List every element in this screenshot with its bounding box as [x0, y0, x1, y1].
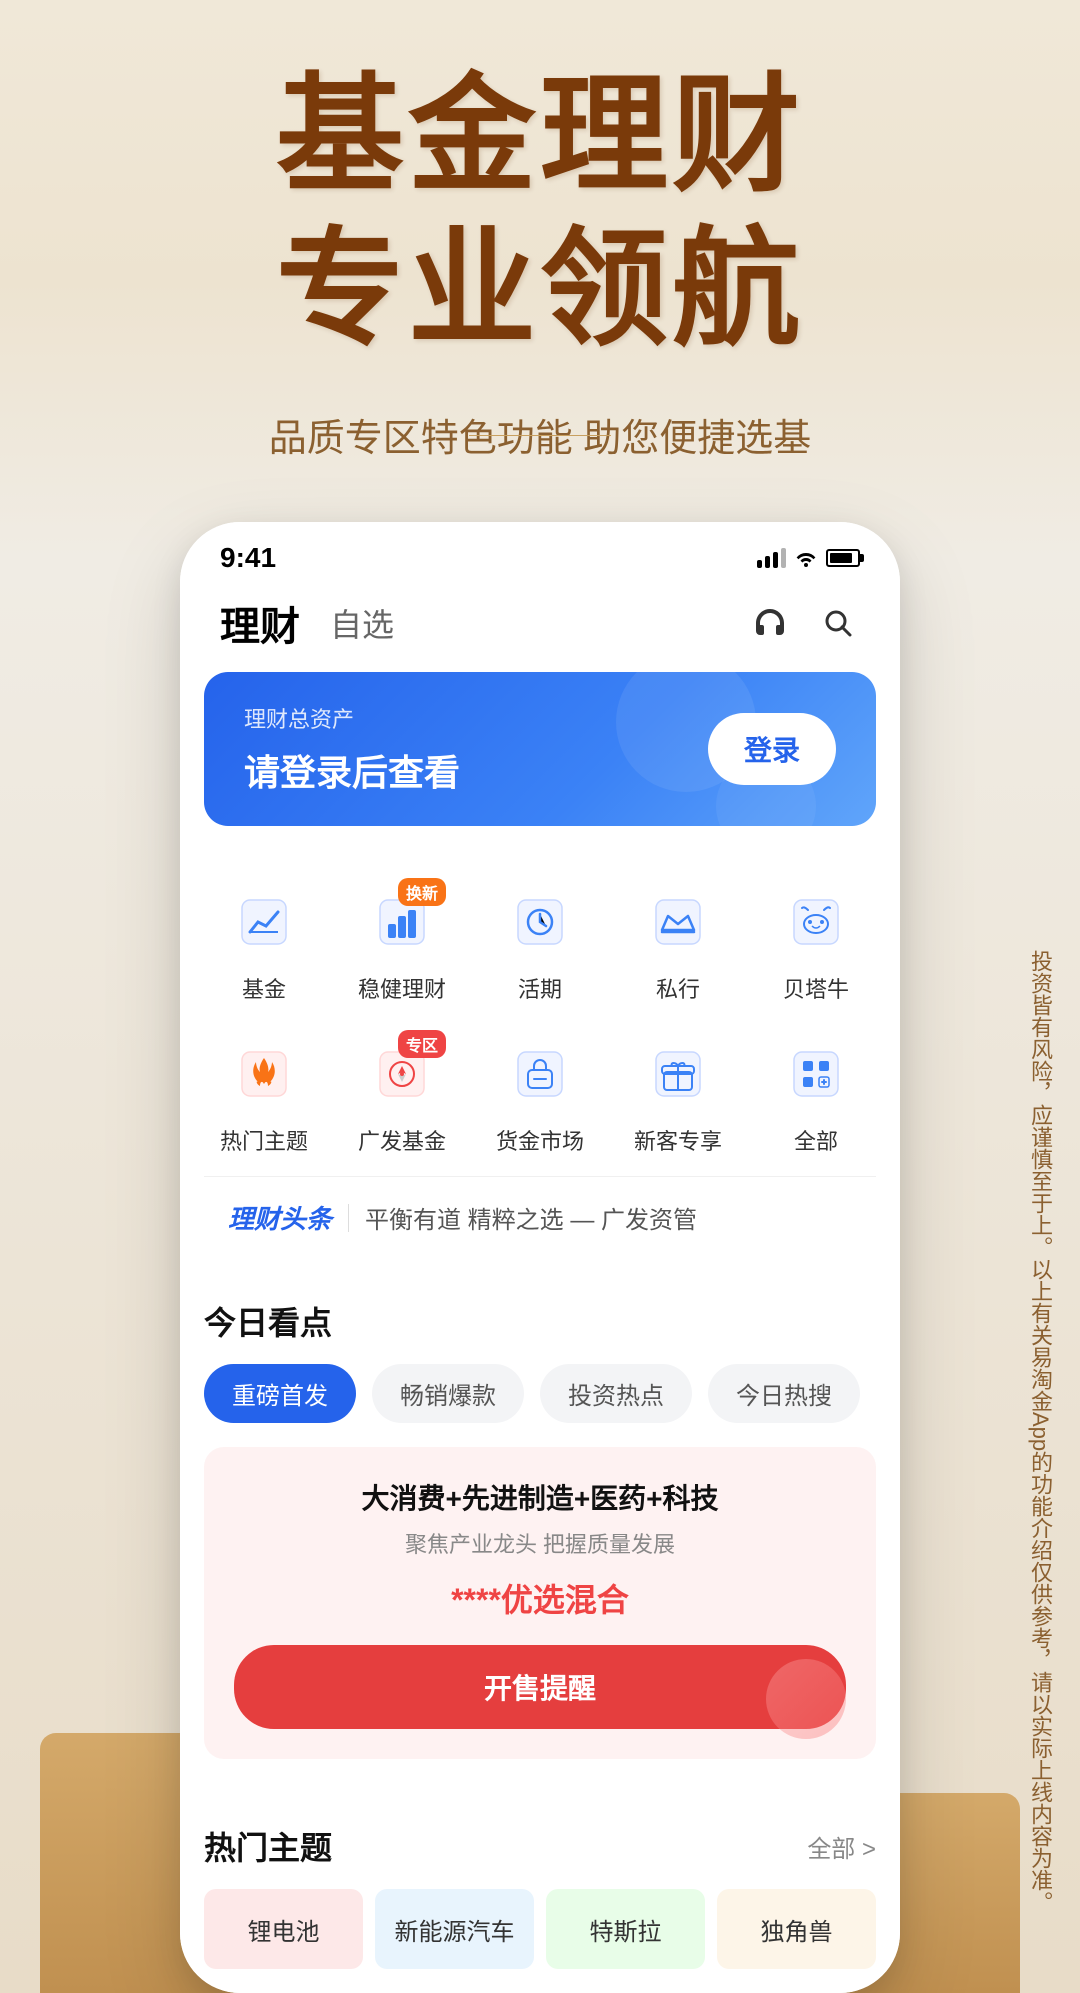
menu-item-sixing[interactable]: 私行: [614, 872, 742, 1014]
menu-label-huoqi: 活期: [518, 972, 562, 1004]
open-sale-button[interactable]: 开售提醒: [234, 1645, 846, 1729]
today-section-title: 今日看点: [204, 1298, 876, 1344]
tab-changsiao[interactable]: 畅销爆款: [372, 1364, 524, 1423]
menu-icon-wrap-10: [776, 1034, 856, 1114]
menu-label-wenjian: 稳健理财: [358, 972, 446, 1004]
gift-icon: [652, 1048, 704, 1100]
signal-icon: [757, 548, 786, 568]
today-section: 今日看点 重磅首发 畅销爆款 投资热点 今日热搜 大消费+先进制造+医药+科技 …: [180, 1274, 900, 1783]
today-tabs: 重磅首发 畅销爆款 投资热点 今日热搜: [204, 1364, 876, 1423]
menu-icon-wrap-4: [638, 882, 718, 962]
side-disclaimer: 投资皆有风险，应谨慎至于上。以上有关易淘金App的功能介绍仅供参考，请以实际上线…: [1028, 950, 1060, 1913]
crown-icon: [652, 896, 704, 948]
fund-card-name: ****优选混合: [234, 1575, 846, 1621]
nav-title-sub: 自选: [330, 600, 394, 646]
status-icons: [757, 548, 860, 568]
menu-item-huoqi[interactable]: 活期: [476, 872, 604, 1014]
search-icon: [820, 605, 856, 641]
menu-icon-wrap-9: [638, 1034, 718, 1114]
banner-main-text: 请登录后查看: [244, 744, 460, 796]
bag-icon: [514, 1048, 566, 1100]
theme-tab-2[interactable]: 新能源汽车: [375, 1889, 534, 1969]
badge-zone-1: 专区: [398, 1030, 446, 1058]
status-bar: 9:41: [180, 522, 900, 584]
menu-item-guangfa[interactable]: 专区 广发基金: [338, 1024, 466, 1166]
menu-label-all: 全部: [794, 1124, 838, 1156]
wifi-icon: [794, 549, 818, 567]
banner-content: 理财总资产 请登录后查看: [244, 702, 460, 796]
menu-icon-wrap-3: [500, 882, 580, 962]
tab-touzire[interactable]: 投资热点: [540, 1364, 692, 1423]
menu-label-money-market: 货金市场: [496, 1124, 584, 1156]
grid-icon: [790, 1048, 842, 1100]
fund-card: 大消费+先进制造+医药+科技 聚焦产业龙头 把握质量发展 ****优选混合 开售…: [204, 1447, 876, 1759]
theme-tab-3[interactable]: 特斯拉: [546, 1889, 705, 1969]
menu-icon-wrap-5: [776, 882, 856, 962]
chart-icon: [238, 896, 290, 948]
subtitle-section: 品质专区特色功能 助您便捷选基: [269, 407, 812, 462]
hero-title-line1: 基金理财: [276, 60, 804, 214]
login-button[interactable]: 登录: [708, 713, 836, 785]
status-time: 9:41: [220, 542, 276, 574]
hero-title-line2: 专业领航: [276, 214, 804, 368]
hot-header: 热门主题 全部 >: [204, 1823, 876, 1869]
menu-icon-wrap-7: 专区: [362, 1034, 442, 1114]
banner-label: 理财总资产: [244, 702, 460, 734]
news-divider: [348, 1204, 349, 1232]
news-ticker[interactable]: 理财头条 平衡有道 精粹之选 — 广发资管: [204, 1176, 876, 1258]
menu-item-betanou[interactable]: 贝塔牛: [752, 872, 880, 1014]
hot-more-link[interactable]: 全部 >: [807, 1829, 876, 1864]
cow-icon: [790, 896, 842, 948]
badge-new-1: 换新: [398, 878, 446, 906]
menu-item-wenjian[interactable]: 换新 稳健理财: [338, 872, 466, 1014]
clock-icon: [514, 896, 566, 948]
battery-icon: [826, 549, 860, 567]
menu-item-hottheme[interactable]: 热门主题: [200, 1024, 328, 1166]
menu-label-sixing: 私行: [656, 972, 700, 1004]
fund-card-avatar: [766, 1659, 846, 1739]
theme-tabs: 锂电池 新能源汽车 特斯拉 独角兽: [204, 1889, 876, 1993]
phone-mockup: 9:41 理财 自选: [180, 522, 900, 1993]
fund-card-desc: 聚焦产业龙头 把握质量发展: [234, 1527, 846, 1559]
fund-card-title: 大消费+先进制造+医药+科技: [234, 1477, 846, 1517]
theme-tab-1[interactable]: 锂电池: [204, 1889, 363, 1969]
headset-icon: [752, 605, 788, 641]
menu-icon-wrap-8: [500, 1034, 580, 1114]
news-brand: 理财头条: [228, 1199, 332, 1236]
menu-item-jijin[interactable]: 基金: [200, 872, 328, 1014]
subtitle-text: 品质专区特色功能 助您便捷选基: [269, 418, 812, 460]
menu-label-betanou: 贝塔牛: [783, 972, 849, 1004]
theme-tab-4[interactable]: 独角兽: [717, 1889, 876, 1969]
hot-section: 热门主题 全部 > 锂电池 新能源汽车 特斯拉 独角兽: [180, 1799, 900, 1993]
fire-icon: [238, 1048, 290, 1100]
menu-label-guangfa: 广发基金: [358, 1124, 446, 1156]
tab-chongpang[interactable]: 重磅首发: [204, 1364, 356, 1423]
menu-label-jijin: 基金: [242, 972, 286, 1004]
menu-label-newuser: 新客专享: [634, 1124, 722, 1156]
menu-item-newuser[interactable]: 新客专享: [614, 1024, 742, 1166]
menu-grid: 基金 换新 稳健理财: [180, 842, 900, 1176]
menu-item-money-market[interactable]: 货金市场: [476, 1024, 604, 1166]
hot-section-title: 热门主题: [204, 1823, 332, 1869]
menu-icon-wrap-2: 换新: [362, 882, 442, 962]
login-banner: 理财总资产 请登录后查看 登录: [204, 672, 876, 826]
tab-jinrisore[interactable]: 今日热搜: [708, 1364, 860, 1423]
menu-icon-wrap: [224, 882, 304, 962]
hero-title: 基金理财 专业领航: [276, 60, 804, 367]
menu-icon-wrap-6: [224, 1034, 304, 1114]
menu-label-hottheme: 热门主题: [220, 1124, 308, 1156]
search-icon-btn[interactable]: [816, 601, 860, 645]
menu-item-all[interactable]: 全部: [752, 1024, 880, 1166]
headset-icon-btn[interactable]: [748, 601, 792, 645]
nav-title-main: 理财: [220, 594, 300, 652]
news-text: 平衡有道 精粹之选 — 广发资管: [365, 1200, 697, 1235]
nav-bar: 理财 自选: [180, 584, 900, 672]
nav-icons: [748, 601, 860, 645]
